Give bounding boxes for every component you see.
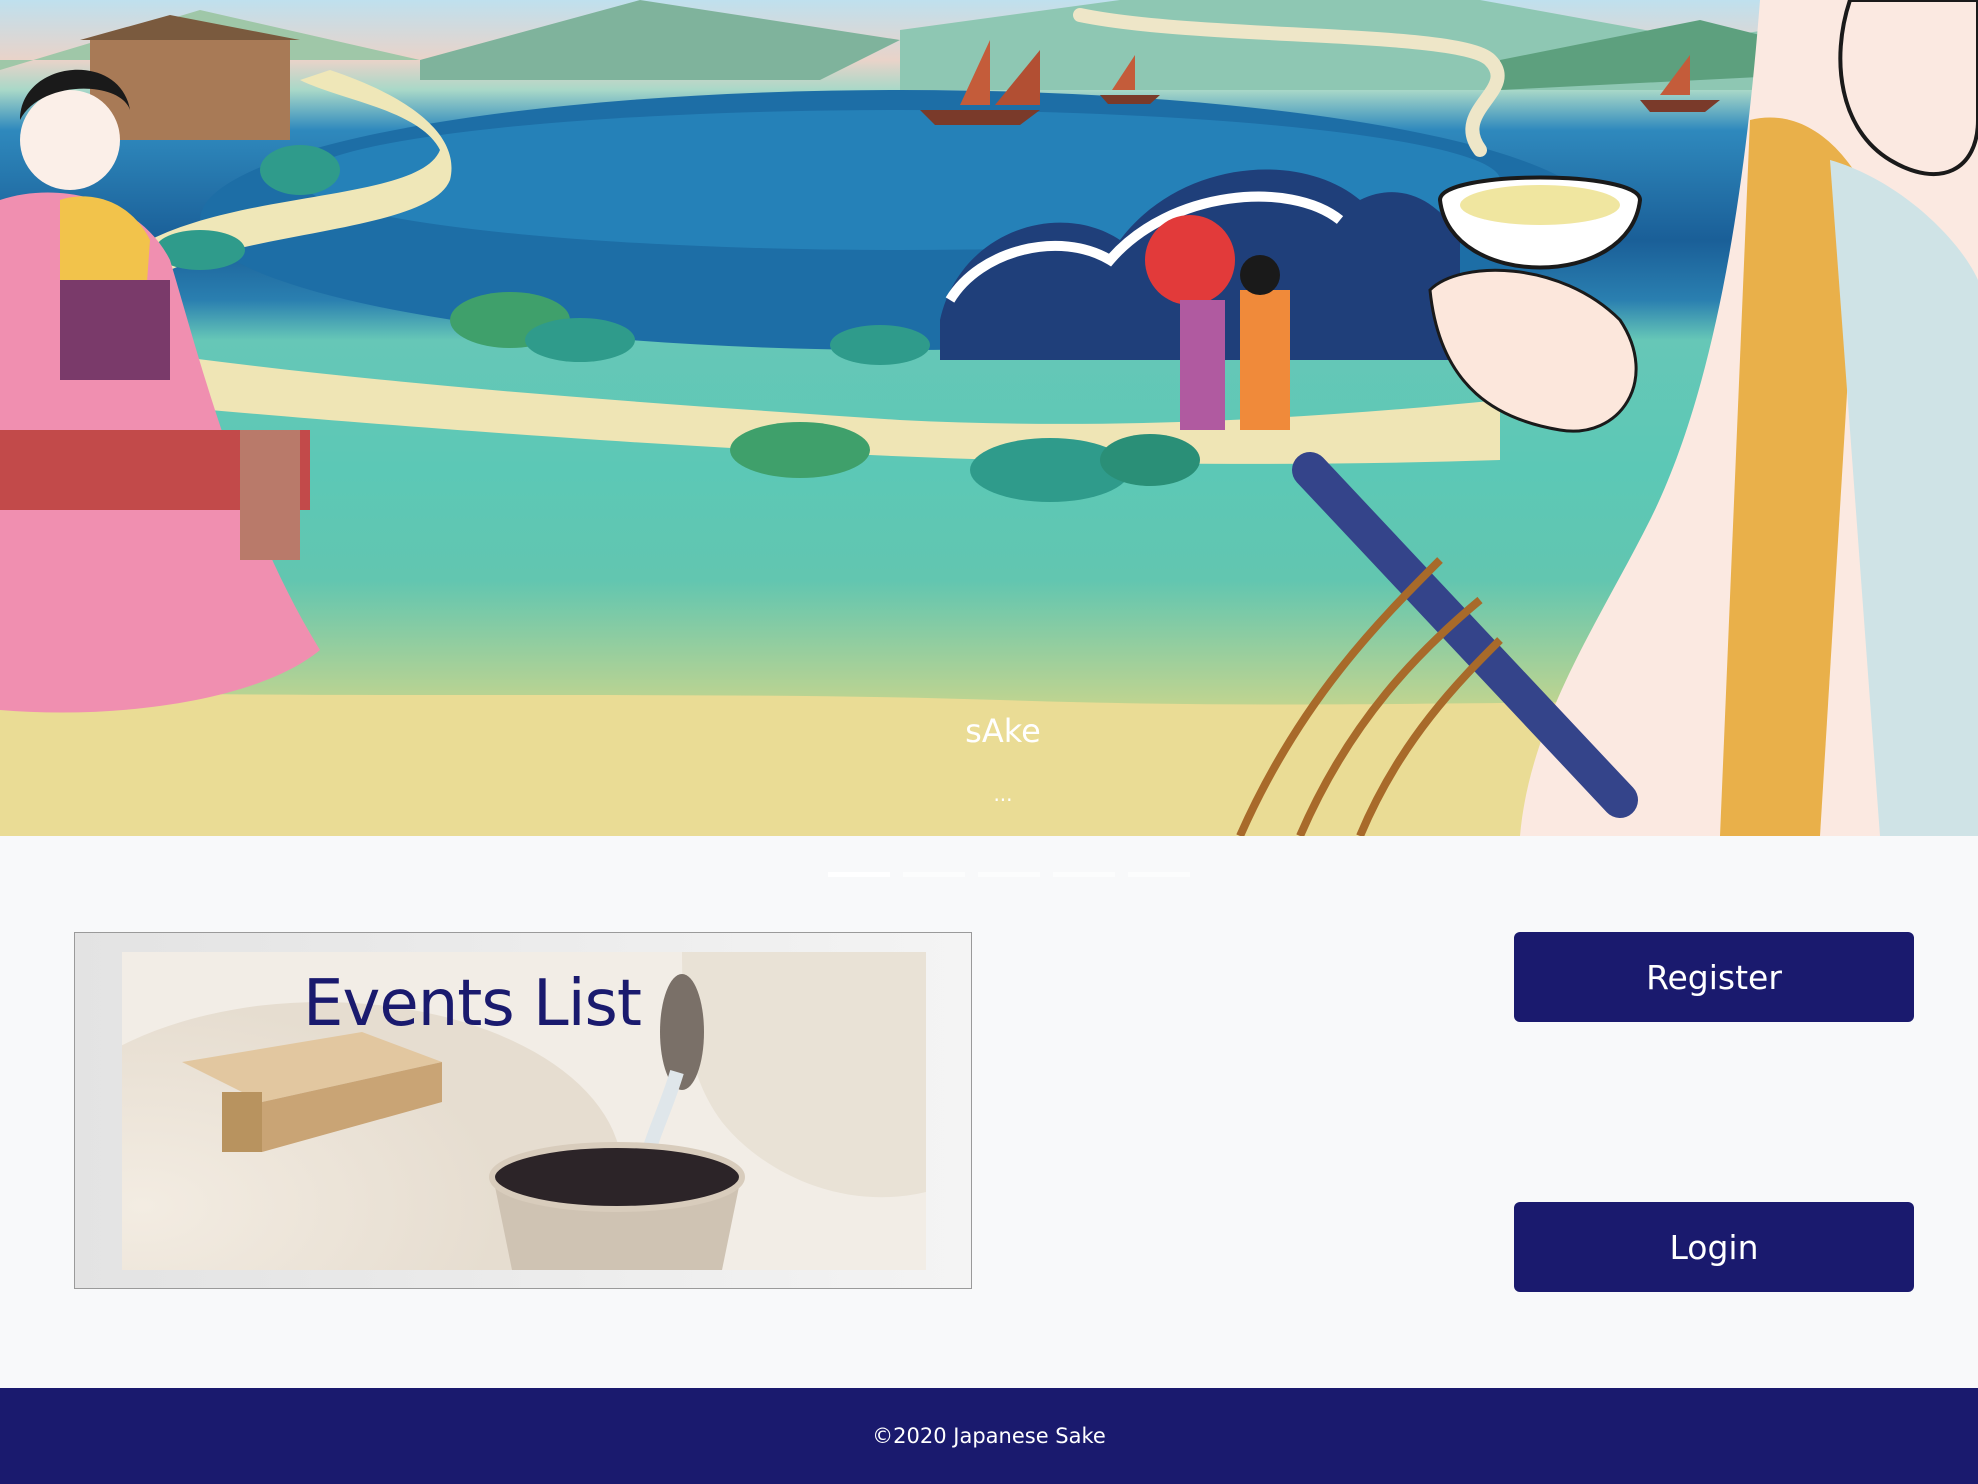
register-button[interactable]: Register <box>1514 932 1914 1022</box>
carousel-indicator-3[interactable] <box>978 872 1040 877</box>
carousel-indicator-4[interactable] <box>1053 872 1115 877</box>
login-button[interactable]: Login <box>1514 1202 1914 1292</box>
carousel-caption-text: ... <box>993 782 1013 806</box>
footer-copyright: ©2020 Japanese Sake <box>872 1424 1106 1448</box>
hero-illustration <box>0 0 1978 836</box>
carousel-indicators <box>828 872 1190 877</box>
carousel-indicator-1[interactable] <box>828 872 890 877</box>
carousel-indicator-5[interactable] <box>1128 872 1190 877</box>
hero-carousel[interactable]: sAke ... <box>0 0 1978 836</box>
events-list-card[interactable]: Events List <box>74 932 972 1289</box>
events-list-title: Events List <box>303 967 642 1041</box>
footer: ©2020 Japanese Sake <box>0 1388 1978 1484</box>
carousel-caption-title: sAke <box>965 712 1041 750</box>
carousel-indicator-2[interactable] <box>903 872 965 877</box>
